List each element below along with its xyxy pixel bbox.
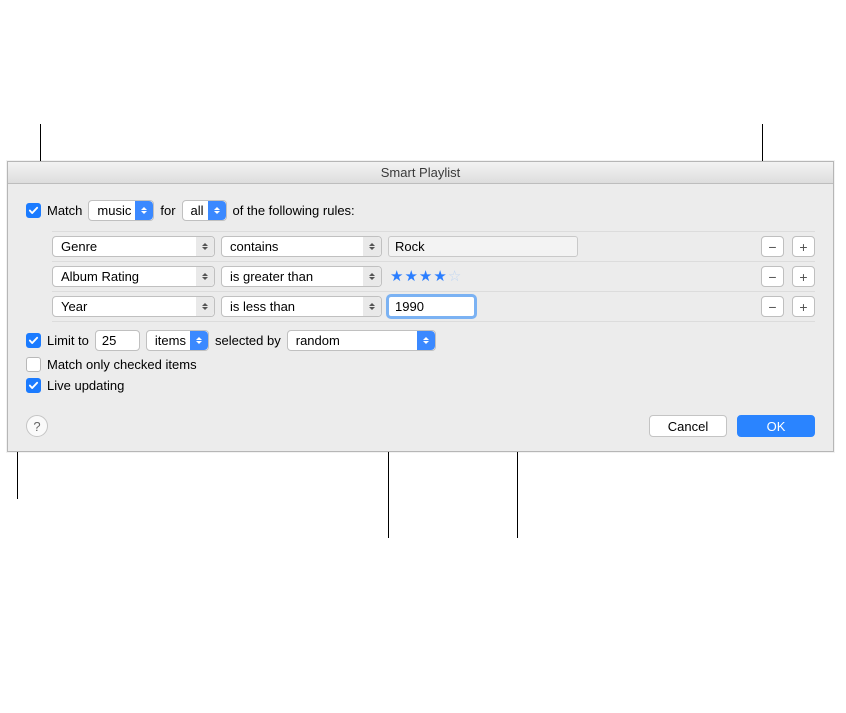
rule-row: Album Rating is greater than ★ ★ ★ ★ ☆ −…: [52, 262, 815, 292]
star-icon: ★: [404, 266, 417, 287]
limit-unit-value: items: [155, 333, 186, 348]
rule-field-popup[interactable]: Year: [52, 296, 215, 317]
match-checked-label: Match only checked items: [47, 357, 197, 372]
match-row: Match music for all of the following rul…: [26, 200, 815, 221]
rules-list: Genre contains − + Album Rating is: [52, 231, 815, 322]
match-scope-popup[interactable]: all: [182, 200, 227, 221]
popup-caret-icon: [190, 331, 208, 350]
star-icon: ☆: [448, 266, 461, 287]
popup-caret-icon: [208, 201, 226, 220]
smart-playlist-dialog: Smart Playlist Match music for all of th…: [7, 161, 834, 452]
limit-middle: selected by: [215, 333, 281, 348]
popup-caret-icon: [196, 297, 214, 316]
popup-caret-icon: [417, 331, 435, 350]
rule-field-value: Album Rating: [61, 269, 139, 284]
rule-operator-value: is greater than: [230, 269, 313, 284]
add-rule-button[interactable]: +: [792, 296, 815, 317]
limit-unit-popup[interactable]: items: [146, 330, 209, 351]
rule-value-input[interactable]: [388, 236, 578, 257]
rule-operator-popup[interactable]: is less than: [221, 296, 382, 317]
match-suffix: of the following rules:: [233, 203, 355, 218]
rule-row: Genre contains − +: [52, 231, 815, 262]
match-checkbox[interactable]: [26, 203, 41, 218]
rule-field-value: Year: [61, 299, 87, 314]
popup-caret-icon: [363, 297, 381, 316]
star-icon: ★: [419, 266, 432, 287]
rule-field-popup[interactable]: Album Rating: [52, 266, 215, 287]
match-media-popup[interactable]: music: [88, 200, 154, 221]
match-scope-value: all: [191, 203, 204, 218]
rule-field-value: Genre: [61, 239, 97, 254]
limit-method-popup[interactable]: random: [287, 330, 436, 351]
dialog-content: Match music for all of the following rul…: [8, 184, 833, 451]
star-icon: ★: [390, 266, 403, 287]
limit-prefix: Limit to: [47, 333, 89, 348]
rule-field-popup[interactable]: Genre: [52, 236, 215, 257]
rule-row: Year is less than − +: [52, 292, 815, 322]
star-icon: ★: [433, 266, 446, 287]
match-middle: for: [160, 203, 175, 218]
popup-caret-icon: [196, 267, 214, 286]
match-checked-checkbox[interactable]: [26, 357, 41, 372]
limit-method-value: random: [296, 333, 340, 348]
cancel-button[interactable]: Cancel: [649, 415, 727, 437]
rule-operator-popup[interactable]: is greater than: [221, 266, 382, 287]
add-rule-button[interactable]: +: [792, 236, 815, 257]
ok-button[interactable]: OK: [737, 415, 815, 437]
limit-row: Limit to items selected by random: [26, 330, 815, 351]
rule-operator-popup[interactable]: contains: [221, 236, 382, 257]
popup-caret-icon: [135, 201, 153, 220]
rule-value-input[interactable]: [388, 296, 475, 317]
match-media-value: music: [97, 203, 131, 218]
popup-caret-icon: [363, 237, 381, 256]
rule-operator-value: contains: [230, 239, 278, 254]
remove-rule-button[interactable]: −: [761, 236, 784, 257]
match-prefix: Match: [47, 203, 82, 218]
remove-rule-button[interactable]: −: [761, 266, 784, 287]
remove-rule-button[interactable]: −: [761, 296, 784, 317]
popup-caret-icon: [196, 237, 214, 256]
dialog-footer: ? Cancel OK: [26, 415, 815, 437]
live-updating-row: Live updating: [26, 378, 815, 393]
limit-count-input[interactable]: [95, 330, 140, 351]
match-checked-row: Match only checked items: [26, 357, 815, 372]
popup-caret-icon: [363, 267, 381, 286]
rule-value-stars[interactable]: ★ ★ ★ ★ ☆: [388, 266, 578, 287]
help-button[interactable]: ?: [26, 415, 48, 437]
window-title: Smart Playlist: [8, 162, 833, 184]
rule-operator-value: is less than: [230, 299, 295, 314]
limit-checkbox[interactable]: [26, 333, 41, 348]
live-updating-checkbox[interactable]: [26, 378, 41, 393]
live-updating-label: Live updating: [47, 378, 124, 393]
add-rule-button[interactable]: +: [792, 266, 815, 287]
